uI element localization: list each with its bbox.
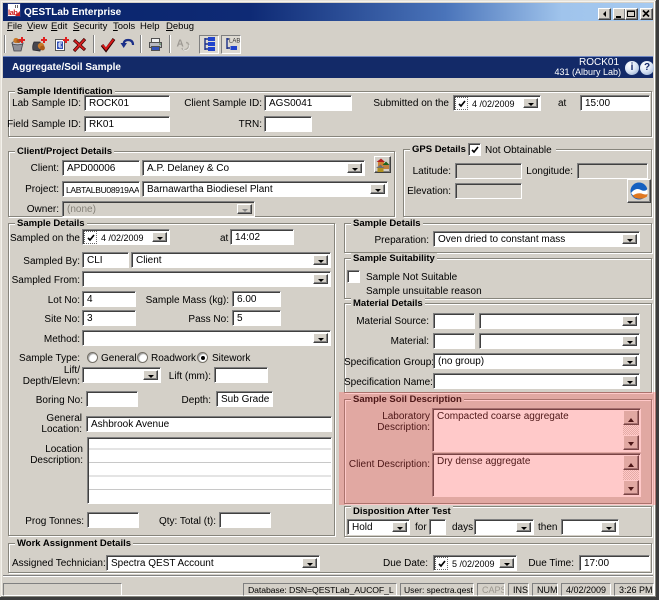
svg-text:LAB: LAB: [229, 39, 240, 45]
